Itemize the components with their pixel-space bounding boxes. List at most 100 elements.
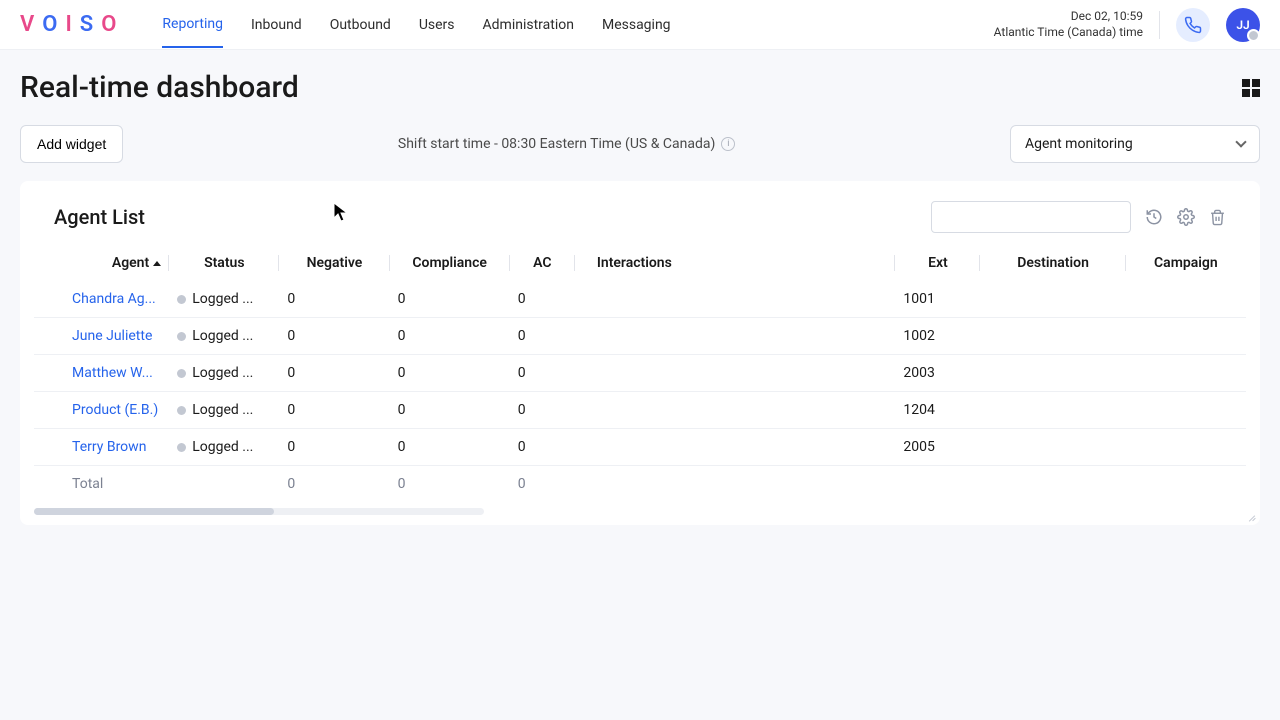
cell-ac: 0 xyxy=(510,281,575,318)
cell-campaign xyxy=(1126,318,1246,355)
gear-icon[interactable] xyxy=(1177,208,1195,226)
total-compliance: 0 xyxy=(390,466,510,503)
status-cell: Logged ... xyxy=(177,328,271,344)
phone-icon[interactable] xyxy=(1176,8,1210,42)
agent-link[interactable]: Product (E.B.) xyxy=(72,402,158,418)
info-icon[interactable]: i xyxy=(721,137,735,151)
agent-link[interactable]: June Juliette xyxy=(72,328,152,344)
cell-negative: 0 xyxy=(279,318,389,355)
cell-negative: 0 xyxy=(279,392,389,429)
cell-ac: 0 xyxy=(510,429,575,466)
cell-destination xyxy=(980,318,1125,355)
nav-inbound[interactable]: Inbound xyxy=(251,3,302,47)
dashboard-selector[interactable]: Agent monitoring xyxy=(1010,125,1260,163)
status-dot-icon xyxy=(177,332,186,341)
status-cell: Logged ... xyxy=(177,365,271,381)
widget-title: Agent List xyxy=(54,205,145,229)
col-destination[interactable]: Destination xyxy=(980,245,1125,281)
search-wrap xyxy=(931,201,1131,233)
nav-users[interactable]: Users xyxy=(419,3,455,47)
cell-ext: 2003 xyxy=(895,355,980,392)
cell-interactions xyxy=(575,392,896,429)
status-cell: Logged ... xyxy=(177,402,271,418)
cell-ac: 0 xyxy=(510,392,575,429)
logo-letter: O xyxy=(101,12,122,37)
chevron-down-icon xyxy=(1235,136,1246,147)
col-ext[interactable]: Ext xyxy=(895,245,980,281)
add-widget-button[interactable]: Add widget xyxy=(20,125,123,163)
search-input[interactable] xyxy=(931,201,1131,233)
table-row: Product (E.B.)Logged ...0001204 xyxy=(34,392,1246,429)
cell-interactions xyxy=(575,355,896,392)
cell-negative: 0 xyxy=(279,429,389,466)
col-interactions[interactable]: Interactions xyxy=(575,245,896,281)
total-negative: 0 xyxy=(279,466,389,503)
table-row: Chandra Ag...Logged ...0001001 xyxy=(34,281,1246,318)
selector-value: Agent monitoring xyxy=(1025,136,1133,152)
status-cell: Logged ... xyxy=(177,439,271,455)
timezone-label: Atlantic Time (Canada) time xyxy=(994,25,1143,41)
cell-campaign xyxy=(1126,392,1246,429)
cell-destination xyxy=(980,392,1125,429)
grid-view-icon[interactable] xyxy=(1242,79,1260,97)
col-compliance[interactable]: Compliance xyxy=(390,245,510,281)
cell-compliance: 0 xyxy=(390,281,510,318)
status-dot-icon xyxy=(177,295,186,304)
col-negative[interactable]: Negative xyxy=(279,245,389,281)
col-ac[interactable]: AC xyxy=(510,245,575,281)
history-icon[interactable] xyxy=(1145,208,1163,226)
cell-ext: 2005 xyxy=(895,429,980,466)
scrollbar-thumb[interactable] xyxy=(34,508,274,515)
shift-info: Shift start time - 08:30 Eastern Time (U… xyxy=(398,136,735,152)
agent-link[interactable]: Chandra Ag... xyxy=(72,291,156,307)
logo-letter: I xyxy=(65,12,77,37)
main-nav: Reporting Inbound Outbound Users Adminis… xyxy=(162,2,993,48)
status-cell: Logged ... xyxy=(177,291,271,307)
cell-interactions xyxy=(575,429,896,466)
cell-destination xyxy=(980,281,1125,318)
col-status[interactable]: Status xyxy=(169,245,279,281)
agent-table: Agent Status Negative Compliance AC Inte… xyxy=(34,245,1246,502)
cell-campaign xyxy=(1126,429,1246,466)
nav-outbound[interactable]: Outbound xyxy=(330,3,391,47)
cell-compliance: 0 xyxy=(390,318,510,355)
cell-interactions xyxy=(575,281,896,318)
agent-link[interactable]: Terry Brown xyxy=(72,439,146,455)
agent-list-widget: Agent List xyxy=(20,181,1260,525)
table-row: Matthew W...Logged ...0002003 xyxy=(34,355,1246,392)
resize-handle[interactable] xyxy=(1246,511,1256,521)
cell-compliance: 0 xyxy=(390,392,510,429)
table-header-row: Agent Status Negative Compliance AC Inte… xyxy=(34,245,1246,281)
nav-reporting[interactable]: Reporting xyxy=(162,2,223,48)
cell-ext: 1204 xyxy=(895,392,980,429)
nav-administration[interactable]: Administration xyxy=(483,3,574,47)
status-dot-icon xyxy=(177,443,186,452)
page-title: Real-time dashboard xyxy=(20,70,299,105)
nav-messaging[interactable]: Messaging xyxy=(602,3,671,47)
col-campaign[interactable]: Campaign xyxy=(1126,245,1246,281)
cell-destination xyxy=(980,355,1125,392)
status-dot-icon xyxy=(177,406,186,415)
logo-letter: S xyxy=(80,12,99,37)
cell-negative: 0 xyxy=(279,281,389,318)
avatar[interactable]: JJ xyxy=(1226,8,1260,42)
top-nav-bar: V O I S O Reporting Inbound Outbound Use… xyxy=(0,0,1280,50)
cell-campaign xyxy=(1126,281,1246,318)
cell-ext: 1001 xyxy=(895,281,980,318)
divider xyxy=(1159,11,1160,39)
trash-icon[interactable] xyxy=(1209,209,1226,226)
cell-ac: 0 xyxy=(510,318,575,355)
cell-ext: 1002 xyxy=(895,318,980,355)
col-agent[interactable]: Agent xyxy=(64,245,169,281)
horizontal-scrollbar[interactable] xyxy=(34,508,484,515)
cell-compliance: 0 xyxy=(390,355,510,392)
cell-ac: 0 xyxy=(510,355,575,392)
current-datetime: Dec 02, 10:59 xyxy=(994,9,1143,25)
datetime-display: Dec 02, 10:59 Atlantic Time (Canada) tim… xyxy=(994,9,1143,40)
cell-interactions xyxy=(575,318,896,355)
table-row: June JulietteLogged ...0001002 xyxy=(34,318,1246,355)
cell-campaign xyxy=(1126,355,1246,392)
logo: V O I S O xyxy=(20,12,122,37)
logo-letter: O xyxy=(42,12,63,37)
agent-link[interactable]: Matthew W... xyxy=(72,365,153,381)
